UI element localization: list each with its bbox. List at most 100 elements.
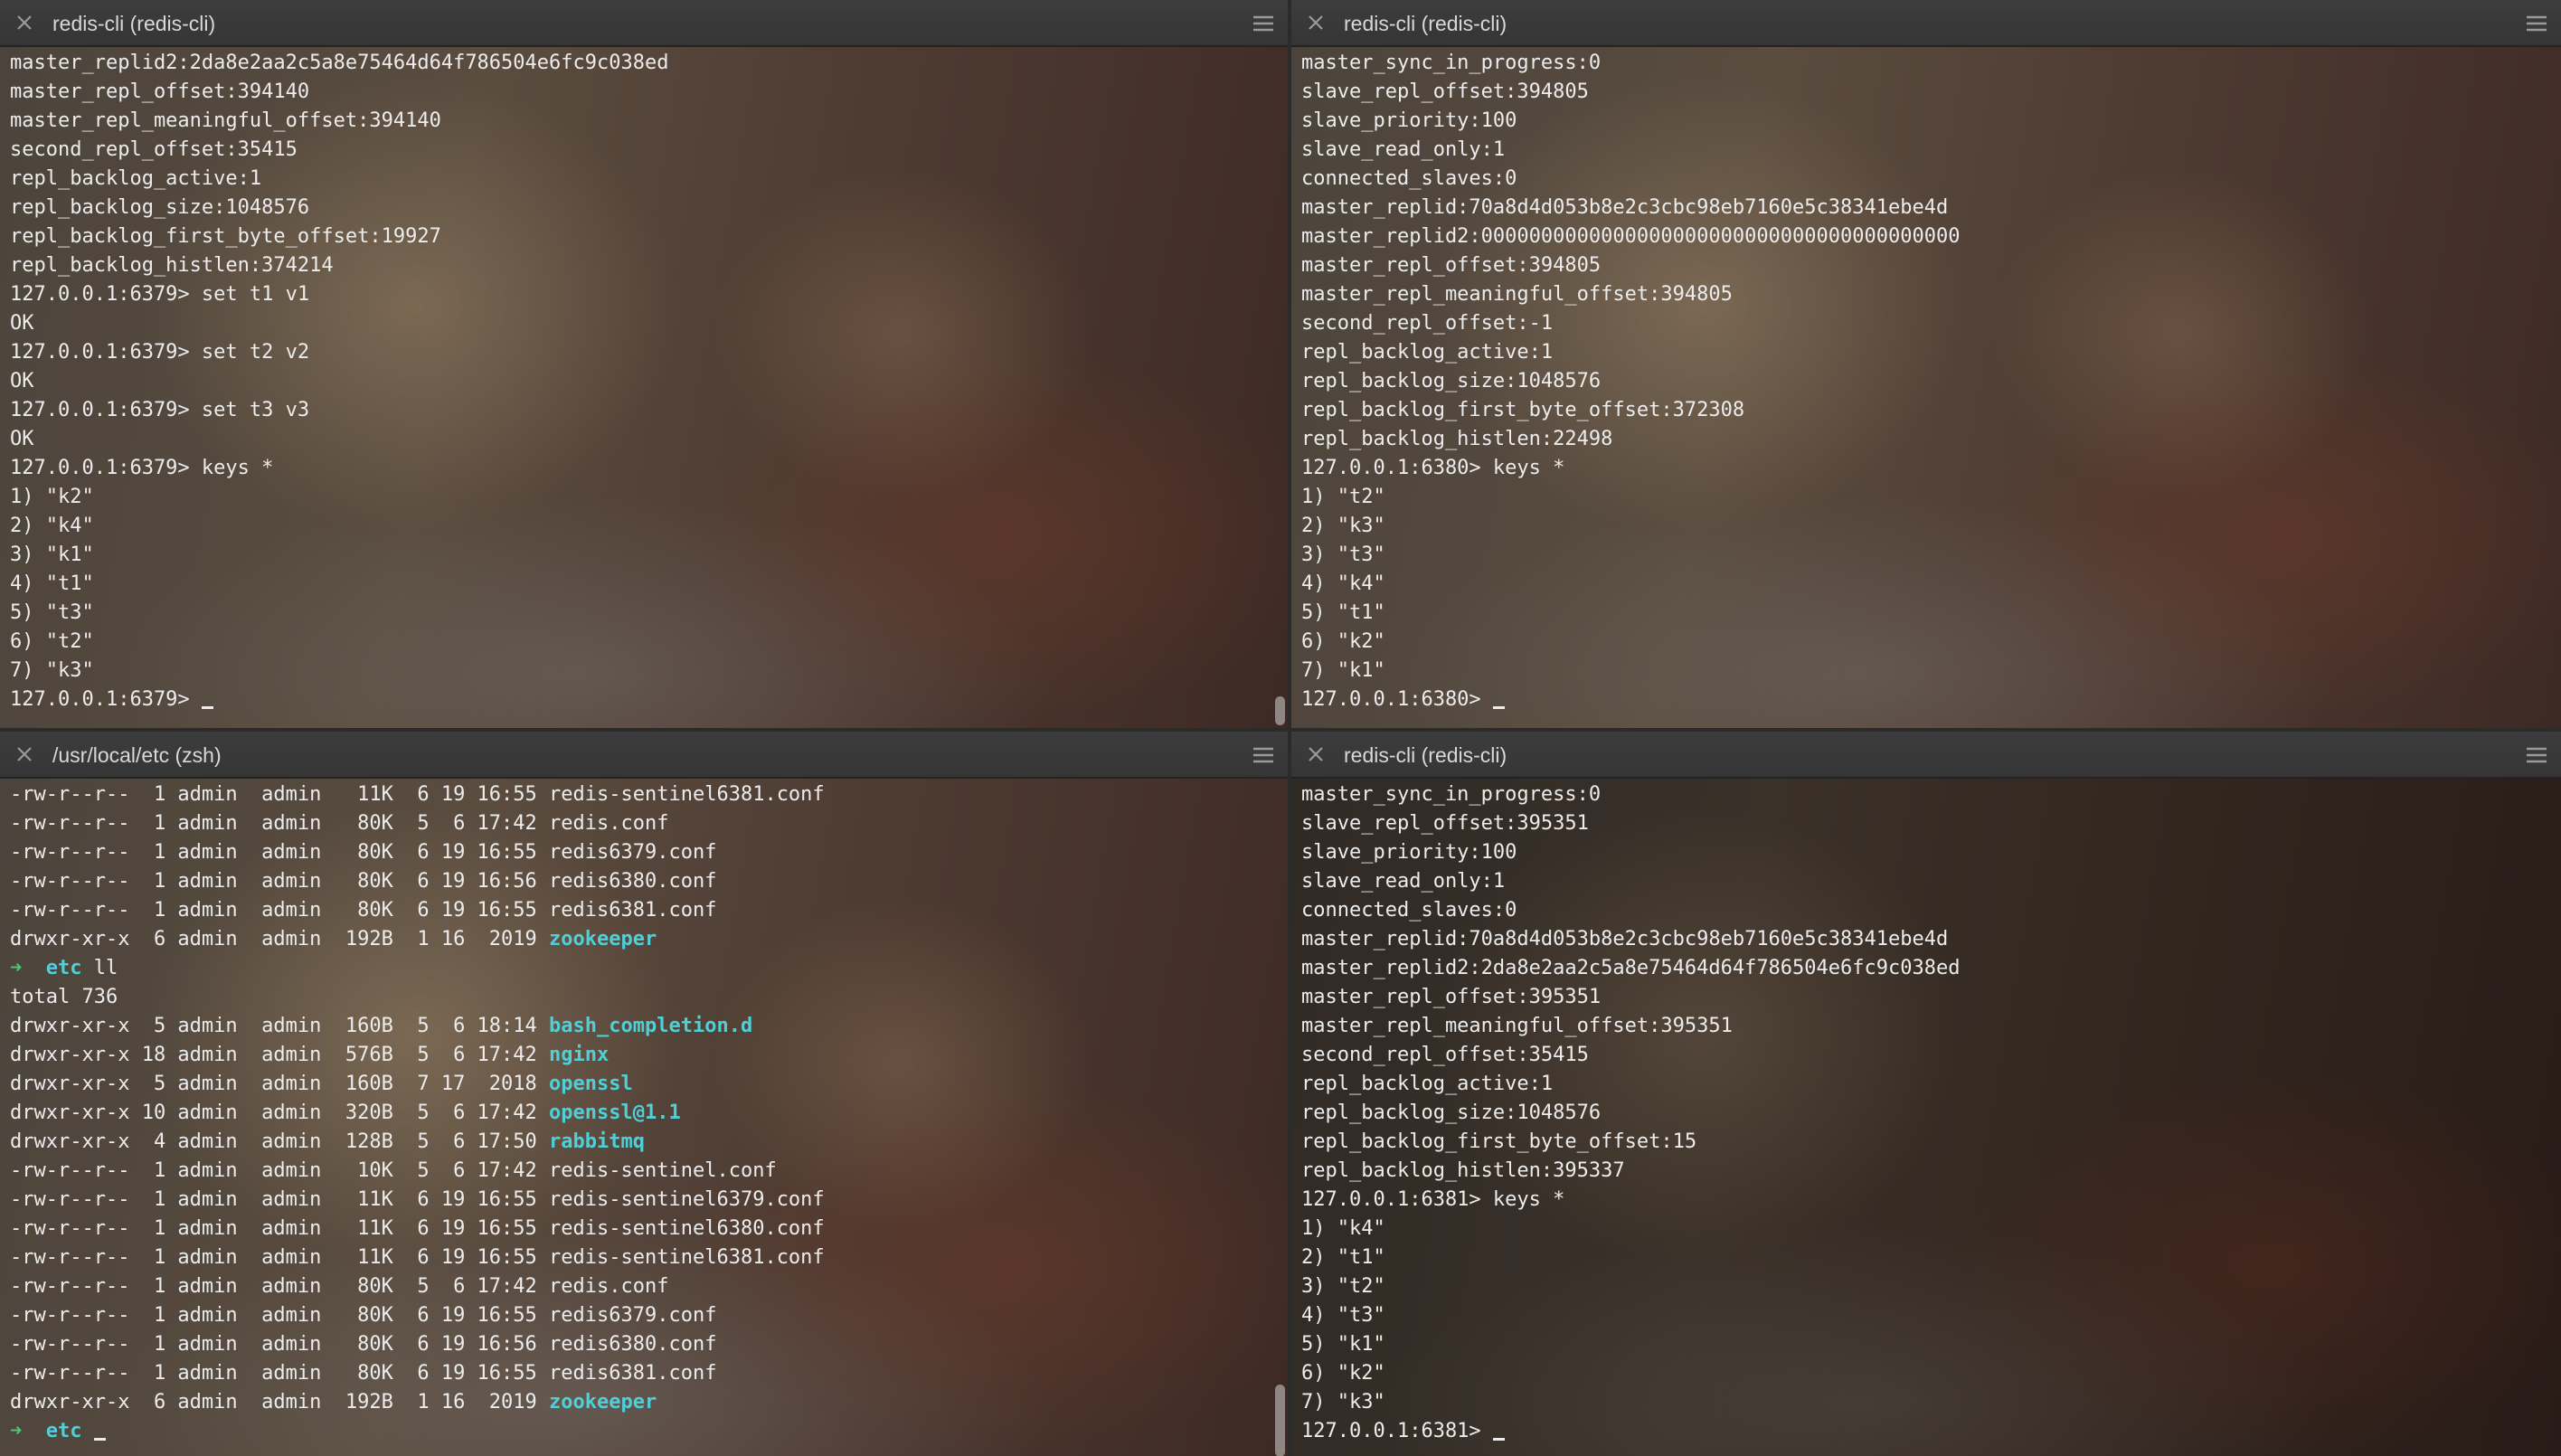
file-name: redis-sentinel6380.conf <box>549 1217 825 1240</box>
terminal-output[interactable]: master_sync_in_progress:0 slave_repl_offs… <box>1291 47 2561 728</box>
file-meta: -rw-r--r-- 1 admin admin 80K 6 19 16:56 <box>10 1333 550 1356</box>
output-line: master_replid:70a8d4d053b8e2c3cbc98eb716… <box>1301 928 1949 950</box>
listing-row: -rw-r--r-- 1 admin admin 10K 5 6 17:42 r… <box>10 1157 825 1186</box>
listing-row: -rw-r--r-- 1 admin admin 80K 6 19 16:56 … <box>10 1330 825 1359</box>
directory-name: openssl <box>549 1073 633 1095</box>
output-line: repl_backlog_histlen:22498 <box>1301 428 1613 450</box>
prompt-text: 127.0.0.1:6379> <box>10 688 202 711</box>
output-line: second_repl_offset:35415 <box>10 138 298 161</box>
file-name: redis-sentinel6381.conf <box>549 1246 825 1269</box>
file-meta: drwxr-xr-x 5 admin admin 160B 7 17 2018 <box>10 1073 550 1095</box>
directory-name: rabbitmq <box>549 1130 645 1153</box>
output-line: master_repl_offset:394140 <box>10 80 310 103</box>
output-line: master_replid2:2da8e2aa2c5a8e75464d64f78… <box>10 52 669 74</box>
pane-tab-bar: redis-cli (redis-cli) <box>1291 0 2561 47</box>
output-line: master_replid2:2da8e2aa2c5a8e75464d64f78… <box>1301 957 1961 979</box>
prompt-cwd: etc <box>45 957 82 979</box>
pane-tab-bar: redis-cli (redis-cli) <box>1291 732 2561 779</box>
output-line: 2) "k4" <box>10 515 94 537</box>
terminal-output[interactable]: -rw-r--r-- 1 admin admin 11K 6 19 16:55 … <box>0 779 1288 1456</box>
hamburger-menu-icon[interactable] <box>1252 746 1275 764</box>
output-line: repl_backlog_size:1048576 <box>10 196 310 219</box>
pane-tab-bar: /usr/local/etc (zsh) <box>0 732 1288 779</box>
output-line: repl_backlog_active:1 <box>1301 341 1554 364</box>
output-line: 7) "k3" <box>1301 1391 1385 1413</box>
prompt-cwd: etc <box>45 1420 82 1442</box>
output-line: 5) "k1" <box>1301 1333 1385 1356</box>
file-meta: drwxr-xr-x 5 admin admin 160B 5 6 18:14 <box>10 1015 550 1037</box>
output-line: master_repl_meaningful_offset:394140 <box>10 109 441 132</box>
file-meta: -rw-r--r-- 1 admin admin 80K 5 6 17:42 <box>10 812 550 835</box>
prompt-line: 127.0.0.1:6381> <box>1301 1417 1960 1446</box>
cursor <box>201 706 213 709</box>
output-line: 6) "k2" <box>1301 1362 1385 1385</box>
output-line: master_sync_in_progress:0 <box>1301 52 1602 74</box>
pane-title: redis-cli (redis-cli) <box>1344 12 1507 35</box>
output-line: repl_backlog_histlen:395337 <box>1301 1159 1625 1182</box>
file-name: redis6380.conf <box>549 870 717 893</box>
output-line: slave_priority:100 <box>1301 109 1517 132</box>
hamburger-menu-icon[interactable] <box>2525 746 2548 764</box>
hamburger-menu-icon[interactable] <box>1252 14 1275 33</box>
directory-name: openssl@1.1 <box>549 1101 681 1124</box>
file-name: redis.conf <box>549 1275 669 1298</box>
prompt-line: ➜ etc ll <box>10 954 825 983</box>
pane-bottom-right[interactable]: redis-cli (redis-cli) master_sync_in_pro… <box>1291 732 2561 1456</box>
file-name: redis6380.conf <box>549 1333 717 1356</box>
listing-row: drwxr-xr-x 5 admin admin 160B 5 6 18:14 … <box>10 1012 825 1041</box>
cursor <box>1492 706 1505 709</box>
pane-top-right[interactable]: redis-cli (redis-cli) master_sync_in_pro… <box>1291 0 2561 728</box>
pane-top-left[interactable]: redis-cli (redis-cli) master_replid2:2da… <box>0 0 1288 728</box>
output-line: 2) "t1" <box>1301 1246 1385 1269</box>
output-line: 127.0.0.1:6380> keys * <box>1301 457 1565 479</box>
terminal-output[interactable]: master_sync_in_progress:0 slave_repl_offs… <box>1291 779 2561 1456</box>
close-icon[interactable] <box>1306 744 1326 764</box>
output-line: 4) "k4" <box>1301 572 1385 595</box>
close-icon[interactable] <box>1306 13 1326 33</box>
output-line: 1) "t2" <box>1301 486 1385 508</box>
listing-row: -rw-r--r-- 1 admin admin 80K 6 19 16:56 … <box>10 867 825 896</box>
output-line: master_replid2:0000000000000000000000000… <box>1301 225 1961 248</box>
output-line: second_repl_offset:35415 <box>1301 1044 1589 1066</box>
pane-divider-horizontal[interactable] <box>0 728 2561 732</box>
listing-row: -rw-r--r-- 1 admin admin 80K 6 19 16:55 … <box>10 1359 825 1388</box>
prompt-line: 127.0.0.1:6379> <box>10 685 668 714</box>
prompt-arrow-icon: ➜ <box>10 1420 23 1442</box>
file-meta: -rw-r--r-- 1 admin admin 11K 6 19 16:55 <box>10 1217 550 1240</box>
listing-row: -rw-r--r-- 1 admin admin 11K 6 19 16:55 … <box>10 1186 825 1215</box>
prompt-line: ➜ etc <box>10 1417 825 1446</box>
output-line: 3) "t2" <box>1301 1275 1385 1298</box>
output-line: 5) "t3" <box>10 601 94 624</box>
output-line: slave_repl_offset:394805 <box>1301 80 1589 103</box>
file-meta: -rw-r--r-- 1 admin admin 11K 6 19 16:55 <box>10 1188 550 1211</box>
terminal-output[interactable]: master_replid2:2da8e2aa2c5a8e75464d64f78… <box>0 47 1288 728</box>
close-icon[interactable] <box>14 744 34 764</box>
file-meta: -rw-r--r-- 1 admin admin 11K 6 19 16:55 <box>10 783 550 806</box>
file-name: redis-sentinel.conf <box>549 1159 777 1182</box>
file-meta: -rw-r--r-- 1 admin admin 80K 6 19 16:55 <box>10 1362 550 1385</box>
listing-row: -rw-r--r-- 1 admin admin 80K 5 6 17:42 r… <box>10 809 825 838</box>
output-line: connected_slaves:0 <box>1301 899 1517 922</box>
pane-title: redis-cli (redis-cli) <box>1344 743 1507 767</box>
file-meta: drwxr-xr-x 6 admin admin 192B 1 16 2019 <box>10 928 550 950</box>
file-name: redis6379.conf <box>549 1304 717 1327</box>
output-line: slave_read_only:1 <box>1301 138 1506 161</box>
scrollbar[interactable] <box>1275 1385 1285 1456</box>
listing-row: -rw-r--r-- 1 admin admin 11K 6 19 16:55 … <box>10 780 825 809</box>
hamburger-menu-icon[interactable] <box>2525 14 2548 33</box>
file-meta: -rw-r--r-- 1 admin admin 80K 6 19 16:55 <box>10 899 550 922</box>
file-meta: -rw-r--r-- 1 admin admin 80K 5 6 17:42 <box>10 1275 550 1298</box>
output-line: 5) "t1" <box>1301 601 1385 624</box>
pane-tab-bar: redis-cli (redis-cli) <box>0 0 1288 47</box>
pane-title: redis-cli (redis-cli) <box>52 12 216 35</box>
terminal-window: redis-cli (redis-cli) master_replid2:2da… <box>0 0 2561 1456</box>
file-meta: -rw-r--r-- 1 admin admin 80K 6 19 16:55 <box>10 841 550 864</box>
output-line: 6) "k2" <box>1301 630 1385 653</box>
pane-title: /usr/local/etc (zsh) <box>52 743 222 767</box>
pane-bottom-left[interactable]: /usr/local/etc (zsh) -rw-r--r-- 1 admin … <box>0 732 1288 1456</box>
scrollbar[interactable] <box>1275 696 1285 725</box>
close-icon[interactable] <box>14 13 34 33</box>
listing-row: -rw-r--r-- 1 admin admin 11K 6 19 16:55 … <box>10 1243 825 1272</box>
file-name: redis.conf <box>549 812 669 835</box>
